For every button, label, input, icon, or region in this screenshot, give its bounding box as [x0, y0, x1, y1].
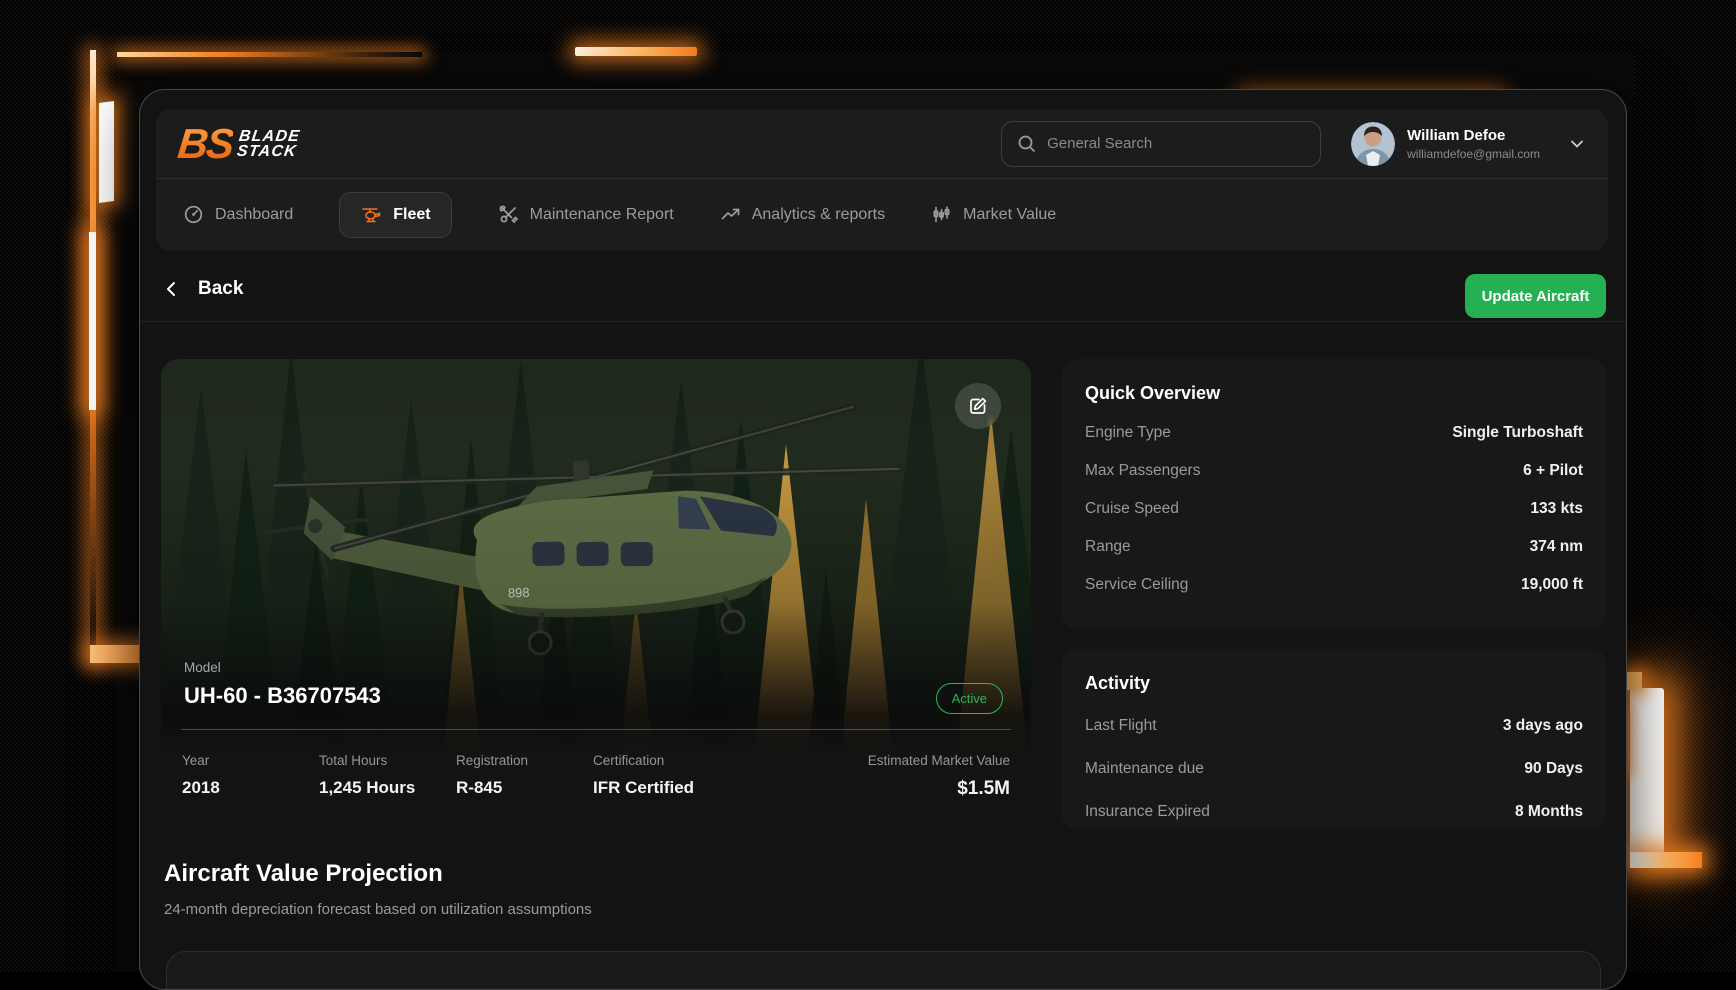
search-input[interactable] [1047, 135, 1305, 152]
activity-row-insurance-expired: Insurance Expired 8 Months [1085, 790, 1583, 833]
stat-market-value: Estimated Market Value $1.5M [802, 753, 1011, 800]
nav-item-maintenance-report[interactable]: Maintenance Report [498, 204, 674, 225]
activity-row-maintenance-due: Maintenance due 90 Days [1085, 747, 1583, 790]
user-menu[interactable]: William Defoe williamdefoe@gmail.com [1351, 122, 1586, 166]
value-projection-header: Aircraft Value Projection 24-month depre… [164, 860, 592, 918]
brand-abbr: BS [176, 124, 235, 164]
edit-icon [967, 395, 989, 417]
chevron-down-icon[interactable] [1568, 135, 1586, 153]
gauge-icon [183, 204, 204, 225]
trend-up-icon [720, 204, 741, 225]
value-projection-title: Aircraft Value Projection [164, 860, 592, 888]
avatar [1351, 122, 1395, 166]
overview-row-cruise-speed: Cruise Speed 133 kts [1085, 490, 1583, 528]
app-header: BS BLADE STACK [156, 109, 1608, 251]
brand-logo: BS BLADE STACK [178, 124, 299, 164]
activity-row-last-flight: Last Flight 3 days ago [1085, 704, 1583, 747]
overview-row-engine-type: Engine Type Single Turboshaft [1085, 414, 1583, 452]
overview-row-service-ceiling: Service Ceiling 19,000 ft [1085, 566, 1583, 604]
aircraft-stats: Year 2018 Total Hours 1,245 Hours Regist… [182, 753, 1010, 800]
stat-registration: Registration R-845 [456, 753, 593, 800]
aircraft-hero-card: 898 Model UH-60 - B36707543 Active [161, 359, 1031, 829]
value-projection-chart-card [166, 951, 1601, 990]
stat-year: Year 2018 [182, 753, 319, 800]
back-label: Back [198, 278, 243, 300]
model-name: UH-60 - B36707543 [184, 683, 381, 709]
helicopter-icon [360, 204, 382, 226]
overview-row-max-passengers: Max Passengers 6 + Pilot [1085, 452, 1583, 490]
search-box[interactable] [1001, 121, 1321, 167]
tools-icon [498, 204, 519, 225]
main-content: 898 Model UH-60 - B36707543 Active [161, 359, 1607, 829]
candlestick-icon [931, 204, 952, 225]
nav-item-market-value[interactable]: Market Value [931, 204, 1056, 225]
nav-item-fleet[interactable]: Fleet [339, 192, 451, 238]
hero-divider [181, 729, 1011, 730]
nav-item-analytics-reports[interactable]: Analytics & reports [720, 204, 885, 225]
update-aircraft-button[interactable]: Update Aircraft [1465, 274, 1606, 318]
quick-overview-title: Quick Overview [1085, 383, 1583, 404]
stat-certification: Certification IFR Certified [593, 753, 802, 800]
search-icon [1017, 134, 1037, 154]
user-email: williamdefoe@gmail.com [1407, 147, 1540, 161]
model-block: Model UH-60 - B36707543 [184, 660, 381, 709]
main-nav: Dashboard Fleet [156, 179, 1608, 250]
activity-title: Activity [1085, 673, 1583, 694]
nav-item-dashboard[interactable]: Dashboard [183, 204, 293, 225]
back-icon [162, 279, 182, 299]
edit-aircraft-button[interactable] [955, 383, 1001, 429]
section-divider [140, 321, 1626, 322]
value-projection-subtitle: 24-month depreciation forecast based on … [164, 901, 592, 918]
side-panels: Quick Overview Engine Type Single Turbos… [1061, 359, 1607, 829]
user-name: William Defoe [1407, 127, 1540, 144]
user-text: William Defoe williamdefoe@gmail.com [1407, 127, 1540, 161]
header-top-row: BS BLADE STACK [156, 109, 1608, 178]
stat-total-hours: Total Hours 1,245 Hours [319, 753, 456, 800]
status-badge: Active [936, 683, 1003, 714]
brand-wordmark: BLADE STACK [236, 129, 301, 159]
overview-row-range: Range 374 nm [1085, 528, 1583, 566]
model-label: Model [184, 660, 381, 675]
app-window: BS BLADE STACK [139, 89, 1627, 990]
quick-overview-panel: Quick Overview Engine Type Single Turbos… [1061, 359, 1607, 629]
activity-panel: Activity Last Flight 3 days ago Maintena… [1061, 649, 1607, 829]
back-button[interactable]: Back [162, 278, 243, 300]
